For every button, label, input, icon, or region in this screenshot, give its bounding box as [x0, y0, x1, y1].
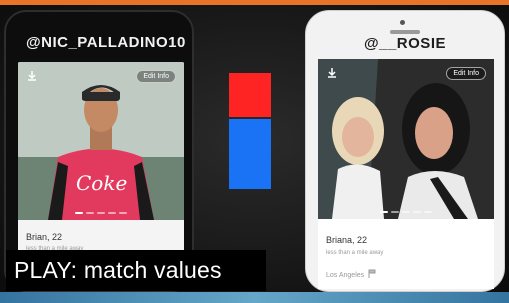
phone-right: @__ROSIE Edit Info Briana, 22 less than … [305, 10, 505, 292]
color-swatch-blue [229, 119, 271, 189]
earpiece-speaker [390, 30, 420, 34]
download-icon[interactable] [26, 70, 38, 82]
username-left: @NIC_PALLADINO10 [26, 34, 186, 51]
caption-overlay: PLAY: match values [6, 250, 266, 291]
profile-name-age-left: Brian, 22 [26, 232, 63, 242]
pager-dot[interactable] [413, 211, 421, 213]
pager-dot[interactable] [75, 212, 83, 214]
location-pin-icon [368, 269, 376, 278]
bottom-color-strip [0, 292, 509, 303]
pager-dot[interactable] [391, 211, 399, 213]
pager-dot[interactable] [424, 211, 432, 213]
username-right: @__ROSIE [364, 35, 446, 52]
man-in-red-shirt-photo: Coke [18, 62, 184, 220]
two-women-in-car-photo [318, 59, 494, 219]
photo-pager-left[interactable] [75, 212, 127, 214]
photo-pager-right[interactable] [380, 211, 432, 213]
pager-dot[interactable] [119, 212, 127, 214]
shirt-text: Coke [76, 171, 127, 195]
profile-name-age-right: Briana, 22 [326, 235, 368, 245]
profile-photo-left[interactable]: Coke Edit Info [18, 62, 184, 220]
pager-dot[interactable] [97, 212, 105, 214]
pager-dot[interactable] [402, 211, 410, 213]
pager-dot[interactable] [108, 212, 116, 214]
pager-dot[interactable] [380, 211, 388, 213]
profile-distance-right: less than a mile away [326, 250, 384, 256]
location-text: Los Angeles [326, 272, 365, 279]
location-row: Los Angeles [326, 269, 376, 279]
front-camera [400, 20, 405, 25]
edit-info-button-right[interactable]: Edit Info [446, 67, 486, 80]
download-icon[interactable] [326, 67, 338, 79]
color-swatch-red [229, 73, 271, 117]
profile-card-right[interactable]: Edit Info Briana, 22 less than a mile aw… [318, 59, 494, 289]
edit-info-button-left[interactable]: Edit Info [136, 70, 176, 83]
profile-card-left[interactable]: Coke Edit Info Brian, 22 less than a mil… [18, 62, 184, 260]
profile-photo-right[interactable]: Edit Info [318, 59, 494, 219]
pager-dot[interactable] [86, 212, 94, 214]
